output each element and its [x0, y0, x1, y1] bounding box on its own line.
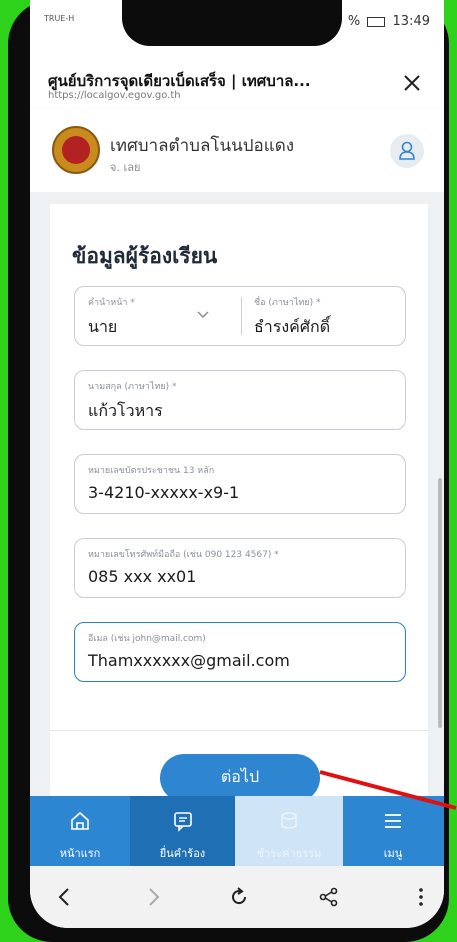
form-divider — [50, 730, 428, 731]
name-prefix-group: คำนำหน้า * นาย ชื่อ (ภาษาไทย) * ธำรงค์ศั… — [74, 286, 406, 346]
form-card: ข้อมูลผู้ร้องเรียน คำนำหน้า * นาย ชื่อ (… — [50, 204, 428, 796]
lastname-label: นามสกุล (ภาษาไทย) * — [88, 382, 177, 392]
browser-titlebar: ศูนย์บริการจุดเดียวเบ็ดเสร็จ | เทศบาล...… — [30, 55, 444, 107]
user-button[interactable] — [390, 134, 424, 168]
nav-submit-label: ยื่นคำร้อง — [159, 847, 206, 860]
prefix-select[interactable]: คำนำหน้า * นาย — [75, 287, 235, 345]
nav-home-label: หน้าแรก — [59, 847, 101, 860]
share-icon[interactable] — [318, 886, 340, 908]
menu-icon — [385, 814, 401, 828]
battery-percent: % — [347, 14, 361, 29]
lastname-field[interactable]: นามสกุล (ภาษาไทย) * แก้วโวหาร — [74, 370, 406, 430]
carrier-label: TRUE-H — [44, 14, 75, 23]
more-icon[interactable] — [410, 886, 432, 908]
page-url: https://localgov.egov.go.th — [48, 90, 181, 101]
chat-icon — [173, 812, 192, 832]
idcard-value: 3-4210-xxxxx-x9-1 — [88, 483, 240, 502]
phone-value: 085 xxx xx01 — [88, 567, 197, 586]
idcard-label: หมายเลขบัตรประชาชน 13 หลัก — [88, 466, 215, 476]
firstname-value: ธำรงค์ศักดิ์ — [254, 317, 331, 336]
phone-field[interactable]: หมายเลขโทรศัพท์มือถือ (เช่น 090 123 4567… — [74, 538, 406, 598]
lastname-value: แก้วโวหาร — [88, 401, 163, 420]
close-icon[interactable] — [402, 73, 422, 93]
email-value: Thamxxxxxx@gmail.com — [88, 651, 290, 670]
home-icon — [71, 811, 89, 830]
coins-icon — [281, 812, 297, 829]
red-arrow-annotation — [319, 770, 457, 810]
back-icon[interactable] — [54, 886, 76, 908]
forward-icon[interactable] — [142, 886, 164, 908]
nav-menu-label: เมนู — [383, 847, 403, 860]
form-area: ข้อมูลผู้ร้องเรียน คำนำหน้า * นาย ชื่อ (… — [30, 192, 444, 796]
chevron-down-icon — [197, 311, 209, 318]
firstname-field[interactable]: ชื่อ (ภาษาไทย) * ธำรงค์ศักดิ์ — [241, 287, 405, 345]
nav-pay-label: ชำระค่าธรรม — [256, 847, 322, 860]
firstname-label: ชื่อ (ภาษาไทย) * — [254, 298, 321, 308]
browser-toolbar — [30, 866, 444, 928]
prefix-label: คำนำหน้า * — [88, 298, 135, 308]
reload-icon[interactable] — [228, 886, 250, 908]
nav-home[interactable]: หน้าแรก — [30, 796, 130, 866]
org-province: จ. เลย — [110, 161, 141, 174]
clock: % 13:49 — [348, 14, 430, 29]
email-label: อีเมล (เช่น john@mail.com) — [88, 634, 206, 644]
org-name: เทศบาลตำบลโนนปอแดง — [110, 136, 295, 156]
user-icon — [399, 141, 415, 160]
phone-label: หมายเลขโทรศัพท์มือถือ (เช่น 090 123 4567… — [88, 550, 279, 560]
battery-icon — [367, 16, 386, 27]
next-button[interactable]: ต่อไป — [160, 754, 320, 802]
prefix-value: นาย — [88, 317, 118, 336]
org-header: เทศบาลตำบลโนนปอแดง จ. เลย — [30, 110, 444, 192]
status-time: 13:49 — [392, 14, 430, 29]
idcard-field[interactable]: หมายเลขบัตรประชาชน 13 หลัก 3-4210-xxxxx-… — [74, 454, 406, 514]
nav-submit[interactable]: ยื่นคำร้อง — [130, 796, 235, 866]
org-logo — [52, 126, 100, 174]
scrollbar[interactable] — [438, 478, 442, 728]
email-field[interactable]: อีเมล (เช่น john@mail.com) Thamxxxxxx@gm… — [74, 622, 406, 682]
section-title: ข้อมูลผู้ร้องเรียน — [72, 244, 218, 268]
camera-notch — [122, 0, 342, 46]
